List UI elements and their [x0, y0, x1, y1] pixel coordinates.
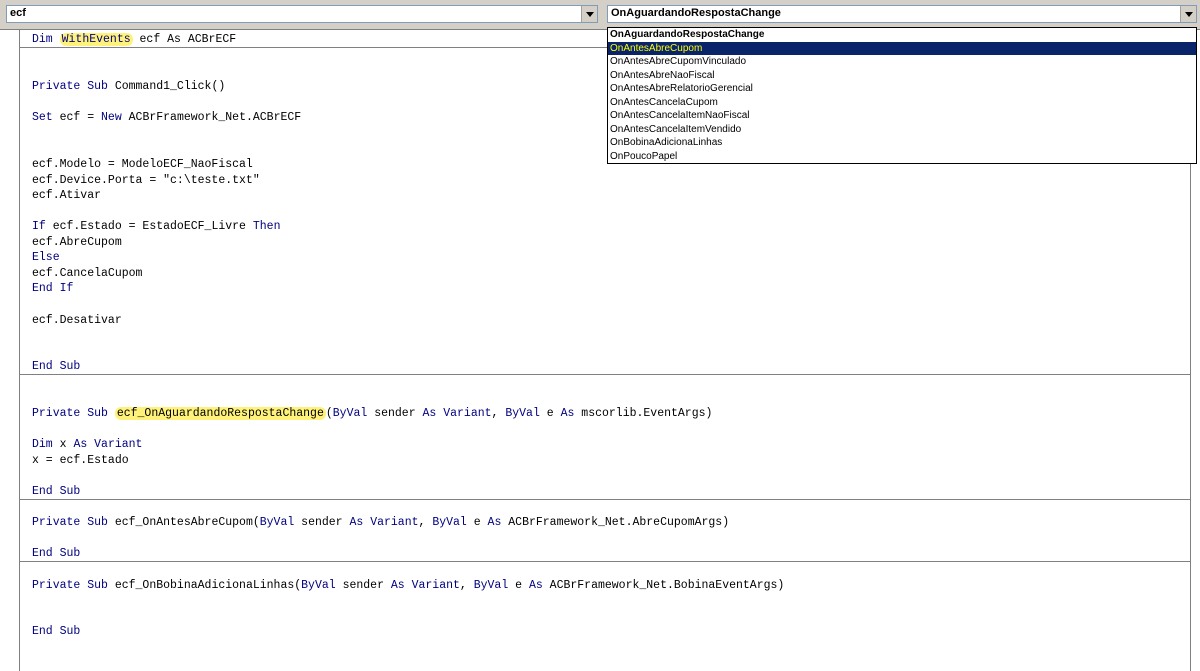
code-line[interactable]: Private Sub ecf_OnBobinaAdicionaLinhas(B…	[32, 578, 784, 593]
code-text: (	[325, 407, 333, 420]
code-line[interactable]: End Sub	[32, 484, 80, 499]
dropdown-item[interactable]: OnAntesCancelaItemVendido	[608, 123, 1196, 137]
dropdown-item[interactable]: OnAntesCancelaItemNaoFiscal	[608, 109, 1196, 123]
code-line[interactable]: End If	[32, 281, 73, 296]
code-text: ecf.Estado = EstadoECF_Livre	[45, 220, 253, 233]
code-text: ecf As ACBrECF	[132, 33, 237, 46]
dropdown-item[interactable]: OnAguardandoRespostaChange	[608, 28, 1196, 42]
procedure-separator	[20, 561, 1190, 562]
keyword: As	[560, 407, 575, 420]
keyword: ByVal	[473, 579, 509, 592]
code-text: ,	[459, 579, 474, 592]
keyword: Set	[32, 111, 53, 124]
code-text: ACBrFramework_Net.AbreCupomArgs)	[501, 516, 730, 529]
dropdown-item[interactable]: OnAntesAbreNaoFiscal	[608, 69, 1196, 83]
keyword: ByVal	[301, 579, 336, 592]
keyword: If	[32, 220, 46, 233]
procedure-dropdown-list[interactable]: OnAguardandoRespostaChange OnAntesAbreCu…	[607, 27, 1197, 164]
code-line[interactable]: Else	[32, 250, 60, 265]
keyword: As Variant	[390, 579, 460, 592]
code-line[interactable]: End Sub	[32, 359, 80, 374]
highlighted-procedure-name: ecf_OnAguardandoRespostaChange	[114, 407, 326, 420]
keyword: Dim	[32, 33, 60, 46]
code-text: e	[539, 407, 561, 420]
code-line[interactable]: Dim x As Variant	[32, 437, 142, 452]
chevron-down-icon	[1185, 12, 1193, 17]
keyword: ByVal	[332, 407, 368, 420]
code-text: ,	[418, 516, 433, 529]
code-line[interactable]: ecf.CancelaCupom	[32, 266, 142, 281]
code-text: mscorlib.EventArgs)	[574, 407, 713, 420]
object-combo-value: ecf	[10, 7, 26, 19]
dropdown-item-selected[interactable]: OnAntesAbreCupom	[608, 41, 1196, 55]
code-text: ACBrFramework_Net.ACBrECF	[121, 111, 302, 124]
procedure-separator	[20, 499, 1190, 500]
code-text: e	[508, 579, 529, 592]
chevron-down-icon	[586, 12, 594, 17]
code-line[interactable]: ecf.AbreCupom	[32, 235, 122, 250]
code-text: x	[52, 438, 74, 451]
code-line[interactable]: Private Sub ecf_OnAntesAbreCupom(ByVal s…	[32, 515, 729, 530]
code-line[interactable]: Private Sub Command1_Click()	[32, 79, 225, 94]
code-line[interactable]: Dim WithEvents ecf As ACBrECF	[32, 32, 236, 47]
keyword: As Variant	[349, 516, 419, 529]
code-line[interactable]: x = ecf.Estado	[32, 453, 129, 468]
code-line[interactable]: ecf.Desativar	[32, 313, 122, 328]
procedure-combo-dropdown-button[interactable]	[1180, 6, 1196, 22]
code-line[interactable]: Set ecf = New ACBrFramework_Net.ACBrECF	[32, 110, 301, 125]
code-text: e	[466, 516, 488, 529]
code-text: ACBrFramework_Net.BobinaEventArgs)	[542, 579, 785, 592]
code-line[interactable]: End Sub	[32, 624, 80, 639]
code-line[interactable]: ecf.Modelo = ModeloECF_NaoFiscal	[32, 157, 253, 172]
code-window-toolbar: ecf OnAguardandoRespostaChange	[0, 0, 1200, 30]
keyword: Private Sub	[32, 516, 108, 529]
dropdown-item[interactable]: OnAntesAbreRelatorioGerencial	[608, 82, 1196, 96]
highlighted-keyword: WithEvents	[59, 33, 133, 46]
code-text: sender	[367, 407, 423, 420]
keyword: ByVal	[432, 516, 467, 529]
keyword: ByVal	[259, 516, 295, 529]
margin-indicator-bar[interactable]	[0, 30, 19, 671]
object-combo[interactable]: ecf	[6, 5, 598, 23]
keyword: Private Sub	[32, 407, 115, 420]
procedure-separator	[20, 374, 1190, 375]
code-text: sender	[294, 516, 350, 529]
keyword: Dim	[32, 438, 53, 451]
procedure-combo-value: OnAguardandoRespostaChange	[611, 7, 781, 19]
code-text: ecf =	[52, 111, 102, 124]
procedure-combo[interactable]: OnAguardandoRespostaChange	[607, 5, 1197, 23]
keyword: As	[487, 516, 502, 529]
keyword: As	[528, 579, 543, 592]
keyword: As Variant	[73, 438, 143, 451]
code-line[interactable]: If ecf.Estado = EstadoECF_Livre Then	[32, 219, 280, 234]
keyword: As Variant	[422, 407, 492, 420]
keyword: New	[101, 111, 122, 124]
dropdown-item[interactable]: OnAntesCancelaCupom	[608, 96, 1196, 110]
keyword: Private Sub	[32, 579, 108, 592]
object-combo-dropdown-button[interactable]	[581, 6, 597, 22]
keyword: ByVal	[505, 407, 540, 420]
code-text: ecf_OnBobinaAdicionaLinhas(	[107, 579, 302, 592]
code-text: ,	[491, 407, 506, 420]
code-line[interactable]: End Sub	[32, 546, 80, 561]
keyword: Private Sub	[32, 80, 108, 93]
code-line[interactable]: ecf.Device.Porta = "c:\teste.txt"	[32, 173, 260, 188]
dropdown-item[interactable]: OnAntesAbreCupomVinculado	[608, 55, 1196, 69]
dropdown-item[interactable]: OnPoucoPapel	[608, 150, 1196, 164]
dropdown-item[interactable]: OnBobinaAdicionaLinhas	[608, 136, 1196, 150]
code-text: sender	[335, 579, 391, 592]
code-line[interactable]: Private Sub ecf_OnAguardandoRespostaChan…	[32, 406, 712, 421]
code-line[interactable]: ecf.Ativar	[32, 188, 101, 203]
code-text: Command1_Click()	[107, 80, 226, 93]
keyword: Then	[252, 220, 281, 233]
code-text: ecf_OnAntesAbreCupom(	[107, 516, 260, 529]
